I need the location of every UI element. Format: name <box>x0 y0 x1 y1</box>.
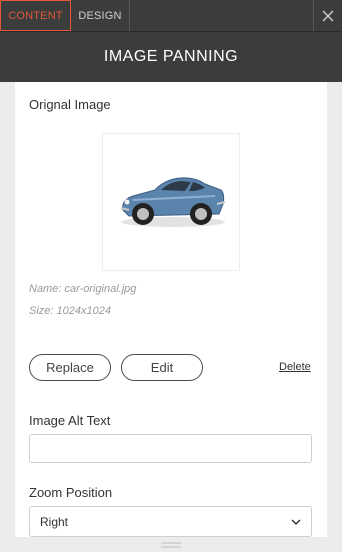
image-panning-panel: CONTENT DESIGN IMAGE PANNING Orignal Ima… <box>0 0 342 552</box>
close-icon <box>322 10 334 21</box>
zoom-position-select[interactable]: Right <box>29 506 312 537</box>
tab-bar: CONTENT DESIGN <box>0 0 342 32</box>
car-image <box>120 177 226 227</box>
resize-handle[interactable] <box>0 537 342 552</box>
tab-content[interactable]: CONTENT <box>0 0 71 31</box>
panel-header: IMAGE PANNING <box>0 32 342 82</box>
image-name: Name: car-original.jpg <box>29 283 137 295</box>
original-image-label: Orignal Image <box>29 97 111 112</box>
zoom-position-label: Zoom Position <box>29 485 113 500</box>
alt-text-label: Image Alt Text <box>29 413 111 428</box>
alt-text-input[interactable] <box>29 434 312 463</box>
replace-button[interactable]: Replace <box>29 354 111 381</box>
edit-button[interactable]: Edit <box>121 354 203 381</box>
drag-handle-icon <box>161 542 181 547</box>
zoom-position-value: Right <box>40 514 69 529</box>
close-button[interactable] <box>313 0 342 31</box>
delete-link[interactable]: Delete <box>279 361 311 373</box>
image-thumbnail[interactable] <box>102 133 240 271</box>
page-title: IMAGE PANNING <box>103 48 239 65</box>
tab-design[interactable]: DESIGN <box>71 0 130 31</box>
image-size: Size: 1024x1024 <box>29 305 111 317</box>
chevron-down-icon <box>291 519 301 525</box>
content-area: Orignal Image Name: car-original.jpg Siz… <box>15 82 327 537</box>
